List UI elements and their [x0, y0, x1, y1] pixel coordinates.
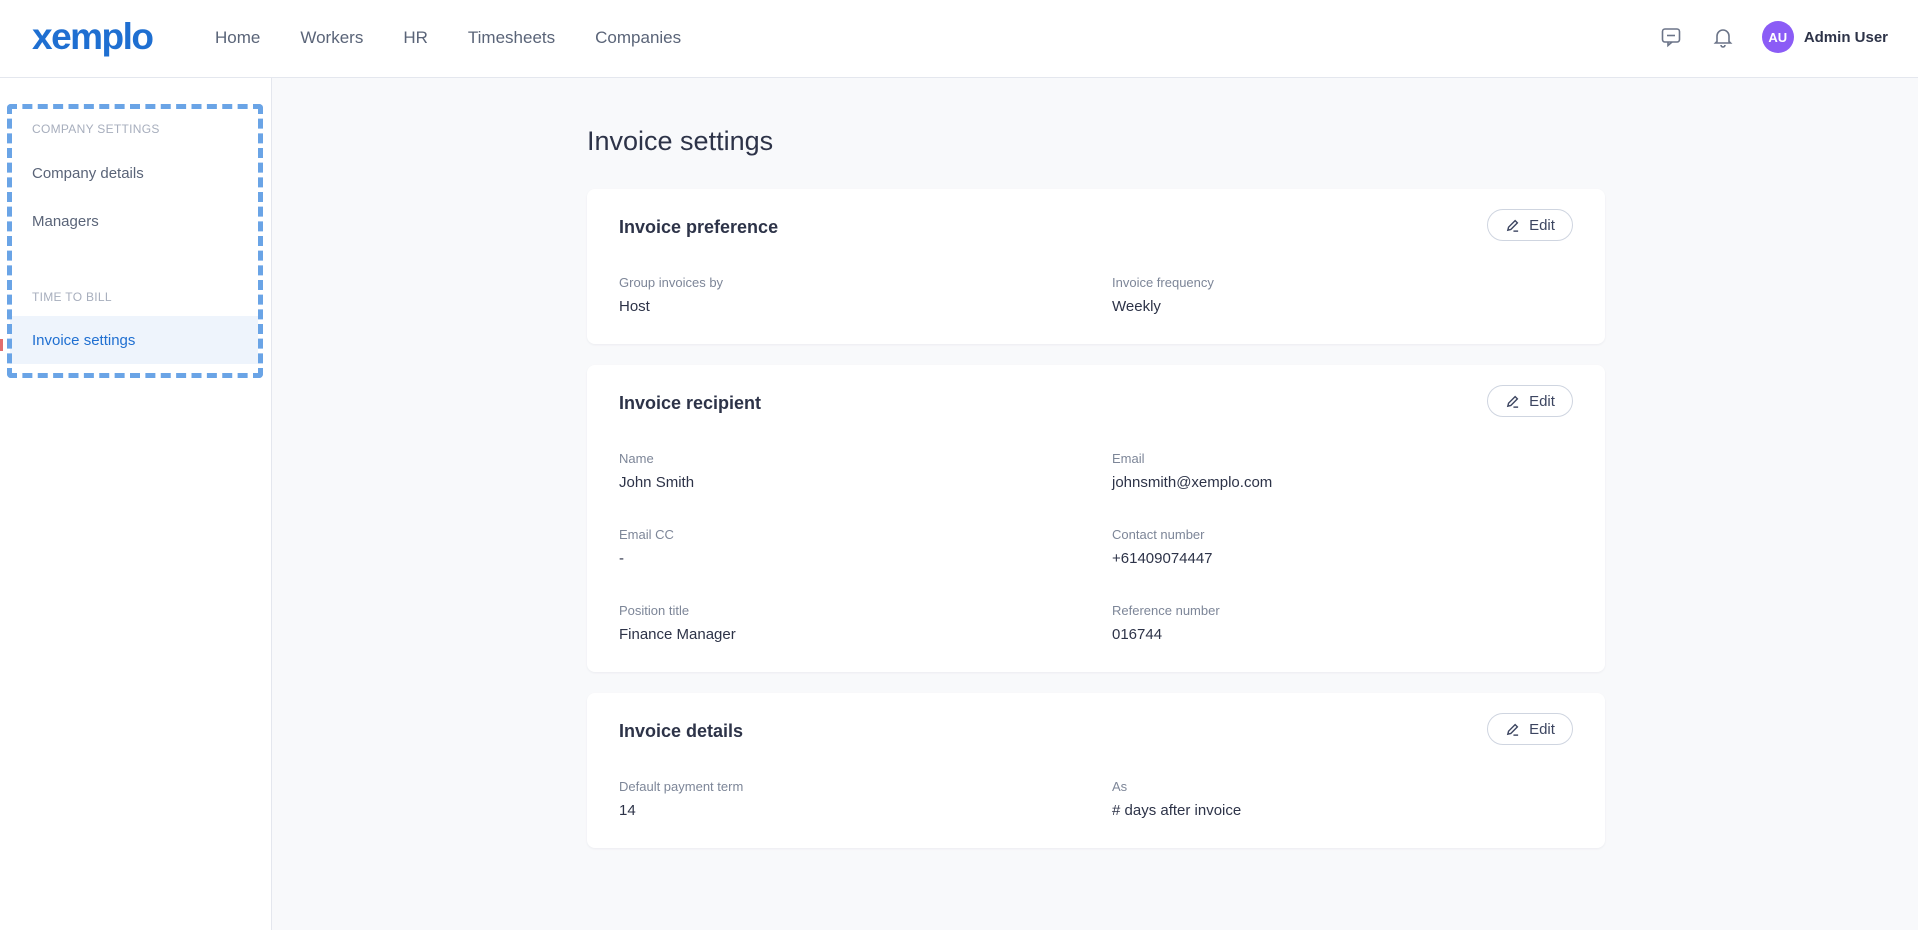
field-label: Position title [619, 603, 690, 618]
pencil-icon [1506, 723, 1519, 736]
field-label: Email CC [619, 527, 674, 542]
edit-label: Edit [1529, 392, 1555, 410]
field-label: Invoice frequency [1112, 275, 1214, 290]
nav-workers[interactable]: Workers [300, 26, 363, 50]
sidebar-item-invoice-settings[interactable]: Invoice settings [32, 332, 135, 349]
top-bar: xemplo Home Workers HR Timesheets Compan… [0, 0, 1918, 78]
user-area: AU Admin User [1658, 21, 1888, 53]
user-name[interactable]: Admin User [1804, 29, 1888, 46]
chat-icon[interactable] [1658, 24, 1684, 50]
field-label: Contact number [1112, 527, 1205, 542]
section-label-company-settings: COMPANY SETTINGS [32, 122, 160, 136]
field-value: Finance Manager [619, 626, 736, 643]
field-label: Group invoices by [619, 275, 724, 290]
edit-invoice-details-button[interactable]: Edit [1487, 713, 1573, 745]
page-title: Invoice settings [587, 126, 774, 156]
nav-hr[interactable]: HR [403, 26, 428, 50]
field-value: 016744 [1112, 626, 1163, 643]
section-label-time-to-bill: TIME TO BILL [32, 290, 112, 304]
field-label: Default payment term [619, 779, 744, 794]
active-marker [0, 339, 3, 351]
sidebar: COMPANY SETTINGS Company details Manager… [0, 78, 272, 930]
edit-invoice-recipient-button[interactable]: Edit [1487, 385, 1573, 417]
card-title: Invoice preference [619, 217, 779, 237]
nav-timesheets[interactable]: Timesheets [468, 26, 555, 50]
bell-icon[interactable] [1710, 24, 1736, 50]
field-value: 14 [619, 802, 636, 819]
pencil-icon [1506, 219, 1519, 232]
avatar[interactable]: AU [1761, 21, 1794, 53]
field-value: - [619, 550, 624, 567]
sidebar-item-managers[interactable]: Managers [32, 213, 99, 230]
field-value: +61409074447 [1112, 550, 1213, 567]
edit-invoice-preference-button[interactable]: Edit [1487, 209, 1573, 241]
field-label: Reference number [1112, 603, 1220, 618]
field-label: Name [619, 451, 654, 466]
sidebar-item-company-details[interactable]: Company details [32, 165, 144, 182]
pencil-icon [1506, 395, 1519, 408]
card-title: Invoice details [619, 721, 744, 741]
invoice-preference-card: Invoice preference Edit Group invoices b… [587, 189, 1605, 344]
field-value: John Smith [619, 474, 695, 491]
xemplo-logo[interactable]: xemplo [32, 14, 154, 60]
edit-label: Edit [1529, 720, 1555, 738]
field-value: Weekly [1112, 298, 1161, 315]
field-label: As [1112, 779, 1128, 794]
field-value: Host [619, 298, 650, 315]
card-title: Invoice recipient [619, 393, 762, 413]
field-value: # days after invoice [1112, 802, 1242, 819]
nav-home[interactable]: Home [215, 26, 260, 50]
field-value: johnsmith@xemplo.com [1112, 474, 1273, 491]
main-nav: Home Workers HR Timesheets Companies [215, 26, 721, 50]
invoice-details-card: Invoice details Edit Default payment ter… [587, 693, 1605, 848]
field-label: Email [1112, 451, 1145, 466]
nav-companies[interactable]: Companies [595, 26, 681, 50]
invoice-recipient-card: Invoice recipient Edit Name John Smith E… [587, 365, 1605, 672]
edit-label: Edit [1529, 216, 1555, 234]
